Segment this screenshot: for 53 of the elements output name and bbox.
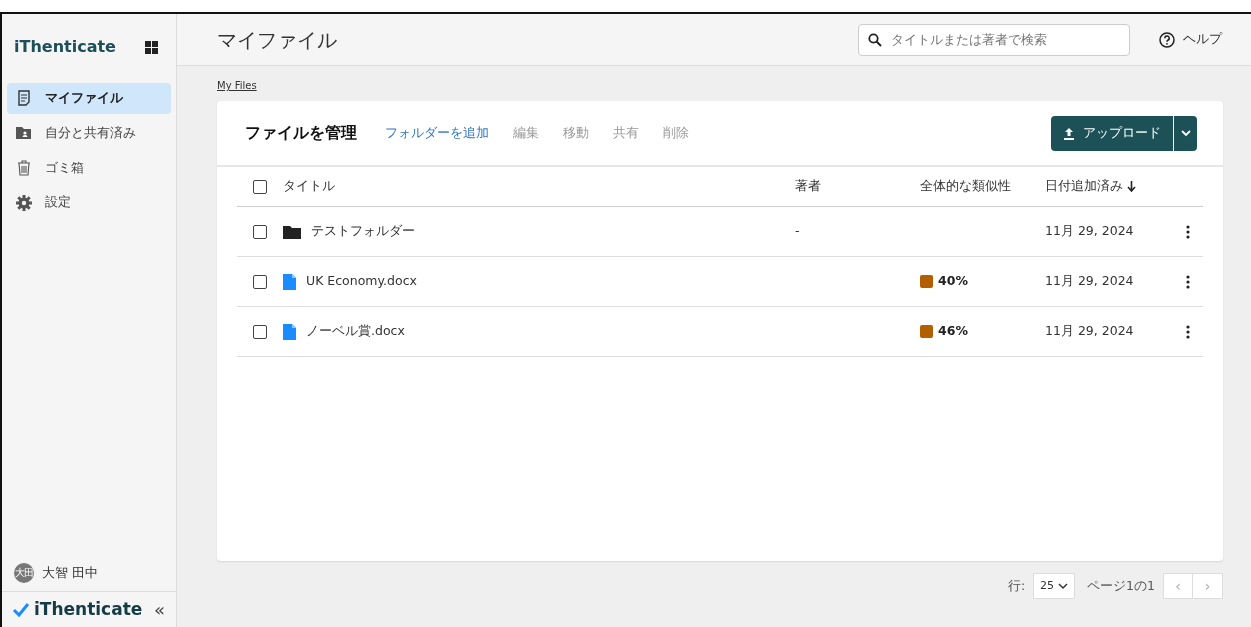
author-text: - [795,223,800,239]
sidebar-item[interactable]: 自分と共有済み [7,117,171,149]
sidebar-item[interactable]: ゴミ箱 [7,152,171,184]
checkbox[interactable] [253,179,267,194]
upload-icon [1063,126,1075,140]
similarity-score[interactable]: 46% [938,322,968,341]
file-title[interactable]: ノーベル賞.docx [306,322,405,341]
column-header[interactable]: 著者 [795,178,821,194]
avatar: 大田 [14,563,34,583]
column-header[interactable]: 日付追加済み [1045,177,1123,196]
more-options-icon[interactable] [1186,224,1190,239]
date-text: 11月 29, 2024 [1045,323,1134,339]
action-link[interactable]: フォルダーを追加 [385,123,489,143]
trash-icon [15,158,33,177]
folder-icon [283,224,301,239]
help-icon [1159,31,1175,48]
checkbox[interactable] [253,224,267,239]
date-text: 11月 29, 2024 [1045,273,1134,289]
page-indicator: ページ1の1 [1087,576,1155,595]
collapse-button[interactable]: « [153,599,166,620]
checkbox[interactable] [253,324,267,339]
sort-down-icon [1127,181,1136,192]
document-icon [15,89,33,108]
sidebar-item[interactable]: マイファイル [7,83,171,114]
file-title[interactable]: テストフォルダー [311,222,415,241]
apps-grid-icon[interactable] [145,40,158,54]
page-title: マイファイル [217,26,337,54]
document-icon [283,323,296,340]
checkbox[interactable] [253,274,267,289]
panel-title: ファイルを管理 [245,122,357,144]
more-options-icon[interactable] [1186,274,1190,289]
rows-per-page-select[interactable]: 25 [1033,573,1076,599]
rows-label: 行: [1007,576,1026,595]
search-field[interactable]: タイトルまたは著者で検索 [858,23,1130,56]
column-header[interactable]: タイトル [283,177,335,196]
date-text: 11月 29, 2024 [1045,223,1134,239]
user-name: 大智 田中 [42,563,98,582]
upload-menu-button[interactable] [1173,115,1197,151]
chevron-down-icon [1058,582,1069,590]
breadcrumb-link[interactable]: My Files [217,78,257,93]
more-options-icon[interactable] [1186,324,1190,339]
document-icon [283,273,296,290]
similarity-score[interactable]: 40% [938,272,968,291]
column-header[interactable]: 全体的な類似性 [920,177,1011,196]
help-link[interactable]: ヘルプ [1158,29,1223,50]
upload-button[interactable]: アップロード [1051,115,1173,151]
sidebar-item[interactable]: 設定 [7,187,171,218]
settings-icon [15,193,33,212]
brand-logo: iThenticate [14,36,116,58]
file-title[interactable]: UK Economy.docx [306,272,417,291]
checkmark-icon [12,601,30,618]
footer-logo: iThenticate [34,597,143,621]
chevron-down-icon [1180,129,1191,137]
